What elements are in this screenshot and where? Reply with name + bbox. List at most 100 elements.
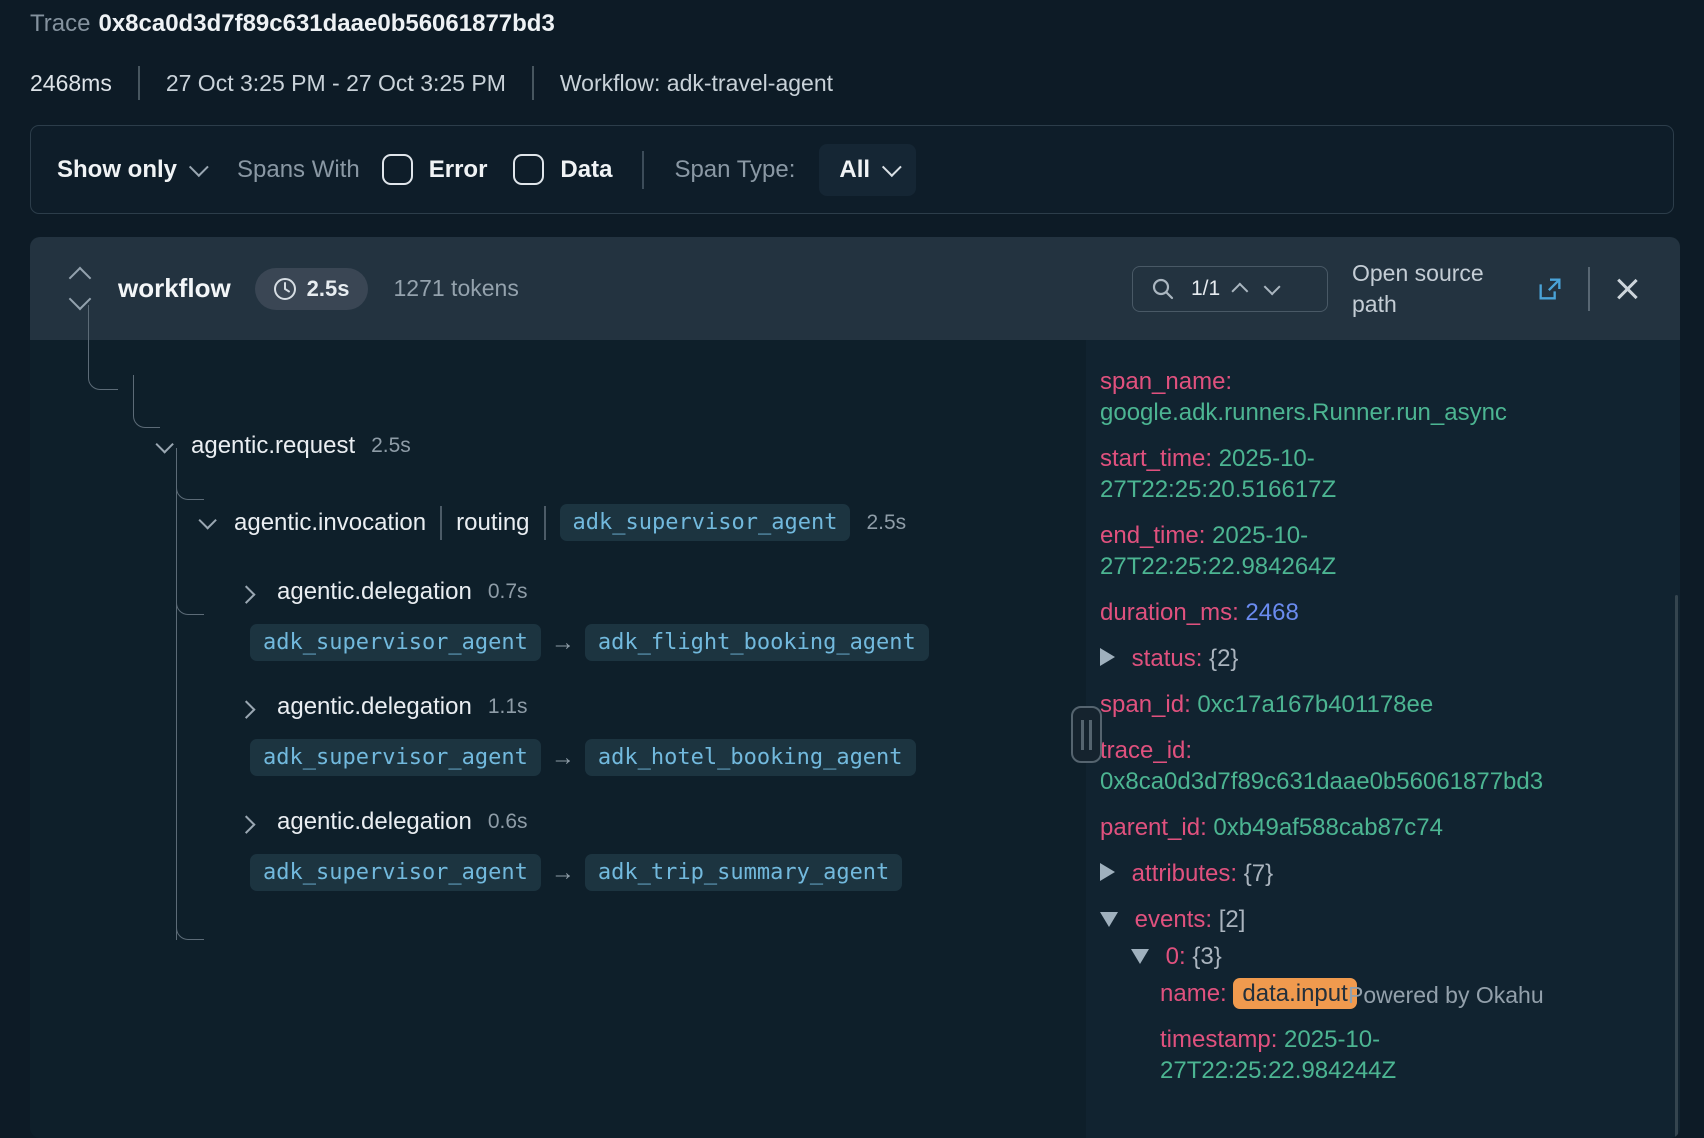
field-value: 0xc17a167b401178ee	[1197, 691, 1433, 718]
field-value: {7}	[1244, 860, 1273, 887]
close-icon[interactable]	[1614, 276, 1640, 302]
detail-field-span-name: span_name: google.adk.runners.Runner.run…	[1100, 366, 1520, 428]
delegation-agents: adk_supervisor_agent → adk_flight_bookin…	[250, 624, 929, 661]
chevron-right-icon[interactable]	[237, 815, 255, 833]
spans-with-label: Spans With	[237, 156, 360, 184]
divider	[440, 506, 442, 540]
span-type-dropdown[interactable]: All	[819, 144, 916, 196]
agent-pill-to[interactable]: adk_flight_booking_agent	[585, 624, 929, 661]
workflow-header-bar: workflow 2.5s 1271 tokens 1/1 Open sourc…	[30, 237, 1680, 340]
field-key: span_name:	[1100, 368, 1232, 395]
span-tag: routing	[456, 509, 529, 537]
span-row-delegation[interactable]: agentic.delegation 0.6s	[242, 808, 528, 836]
field-key: duration_ms:	[1100, 599, 1239, 626]
span-name: agentic.delegation	[277, 808, 472, 836]
arrow-right-icon: →	[551, 744, 575, 772]
collapse-arrow-icon[interactable]	[1100, 648, 1115, 666]
trace-title: Trace0x8ca0d3d7f89c631daae0b56061877bd3	[30, 10, 555, 38]
open-source-path-label: Open source path	[1352, 258, 1512, 320]
detail-field-events[interactable]: events: [2]	[1100, 904, 1520, 935]
workflow-duration: 2.5s	[307, 276, 350, 302]
tree-connector	[176, 470, 204, 500]
data-checkbox[interactable]	[513, 154, 544, 185]
trace-duration: 2468ms	[30, 70, 112, 97]
field-key: parent_id:	[1100, 814, 1207, 841]
collapse-arrow-icon[interactable]	[1100, 863, 1115, 881]
expand-arrow-icon[interactable]	[1131, 949, 1149, 964]
field-key: attributes:	[1132, 860, 1237, 887]
detail-field-span-id: span_id: 0xc17a167b401178ee	[1100, 689, 1520, 720]
span-detail-panel: span_name: google.adk.runners.Runner.run…	[1086, 340, 1680, 1138]
arrow-right-icon: →	[551, 629, 575, 657]
field-value: 0x8ca0d3d7f89c631daae0b56061877bd3	[1100, 768, 1543, 795]
detail-field-event-timestamp: timestamp: 2025-10-27T22:25:22.984244Z	[1100, 1024, 1520, 1086]
span-row-invocation[interactable]: agentic.invocation routing adk_superviso…	[199, 504, 906, 541]
chevron-down-icon	[882, 157, 902, 177]
workflow-duration-pill: 2.5s	[255, 268, 368, 310]
workflow-title: workflow	[118, 273, 231, 304]
external-link-icon[interactable]	[1536, 275, 1564, 303]
clock-icon	[273, 277, 297, 301]
field-key: timestamp:	[1160, 1026, 1277, 1053]
show-only-dropdown[interactable]: Show only	[57, 156, 177, 184]
error-checkbox-label: Error	[429, 156, 488, 184]
chevron-right-icon[interactable]	[237, 585, 255, 603]
chevron-down-icon[interactable]	[155, 435, 173, 453]
detail-field-duration-ms: duration_ms: 2468	[1100, 597, 1520, 628]
span-name: agentic.request	[191, 432, 355, 460]
field-value: [2]	[1219, 906, 1246, 933]
tree-connector	[88, 305, 118, 390]
tree-connector	[176, 585, 204, 615]
delegation-agents: adk_supervisor_agent → adk_hotel_booking…	[250, 739, 916, 776]
agent-pill-from[interactable]: adk_supervisor_agent	[250, 739, 541, 776]
arrow-right-icon: →	[551, 859, 575, 887]
chevron-down-icon[interactable]	[198, 511, 216, 529]
agent-pill-to[interactable]: adk_hotel_booking_agent	[585, 739, 916, 776]
detail-scrollbar[interactable]	[1675, 595, 1678, 1138]
span-name: agentic.invocation	[234, 509, 426, 537]
delegation-agents: adk_supervisor_agent → adk_trip_summary_…	[250, 854, 902, 891]
span-type-value: All	[839, 156, 870, 184]
expand-arrow-icon[interactable]	[1100, 912, 1118, 927]
detail-field-event-0[interactable]: 0: {3}	[1100, 941, 1520, 972]
error-checkbox[interactable]	[382, 154, 413, 185]
span-row-request[interactable]: agentic.request 2.5s	[156, 432, 411, 460]
chevron-down-icon[interactable]	[189, 157, 209, 177]
agent-pill-to[interactable]: adk_trip_summary_agent	[585, 854, 902, 891]
detail-field-parent-id: parent_id: 0xb49af588cab87c74	[1100, 812, 1520, 843]
span-row-delegation[interactable]: agentic.delegation 0.7s	[242, 578, 528, 606]
span-type-label: Span Type:	[674, 156, 795, 184]
field-value: {2}	[1209, 645, 1238, 672]
divider	[138, 66, 140, 100]
span-row-delegation[interactable]: agentic.delegation 1.1s	[242, 693, 528, 721]
agent-pill-from[interactable]: adk_supervisor_agent	[250, 854, 541, 891]
expand-collapse-all-icon[interactable]	[72, 270, 88, 307]
field-key: 0:	[1166, 943, 1186, 970]
powered-by-watermark: Powered by Okahu	[1348, 982, 1544, 1009]
trace-viewer-page: Trace0x8ca0d3d7f89c631daae0b56061877bd3 …	[0, 0, 1704, 1138]
span-name: agentic.delegation	[277, 693, 472, 721]
trace-id-value: 0x8ca0d3d7f89c631daae0b56061877bd3	[98, 10, 554, 37]
search-input[interactable]: 1/1	[1132, 266, 1328, 312]
agent-pill-from[interactable]: adk_supervisor_agent	[250, 624, 541, 661]
search-icon	[1151, 277, 1175, 301]
field-key: trace_id:	[1100, 737, 1192, 764]
filter-bar: Show only Spans With Error Data Span Typ…	[30, 125, 1674, 214]
data-checkbox-label: Data	[560, 156, 612, 184]
divider	[642, 151, 644, 189]
search-prev-icon[interactable]	[1232, 282, 1249, 299]
agent-pill[interactable]: adk_supervisor_agent	[560, 504, 851, 541]
span-name: agentic.delegation	[277, 578, 472, 606]
detail-field-attributes[interactable]: attributes: {7}	[1100, 858, 1520, 889]
span-duration: 2.5s	[371, 434, 411, 458]
workflow-tokens: 1271 tokens	[394, 275, 519, 302]
field-key: events:	[1135, 906, 1212, 933]
span-tree-panel: agentic.request 2.5s agentic.invocation …	[30, 340, 1086, 1138]
trace-meta: 2468ms 27 Oct 3:25 PM - 27 Oct 3:25 PM W…	[30, 66, 833, 100]
field-key: span_id:	[1100, 691, 1191, 718]
chevron-right-icon[interactable]	[237, 700, 255, 718]
detail-field-status[interactable]: status: {2}	[1100, 643, 1520, 674]
search-next-icon[interactable]	[1264, 278, 1281, 295]
panel-resize-handle[interactable]	[1071, 706, 1102, 763]
tree-connector	[176, 910, 204, 940]
